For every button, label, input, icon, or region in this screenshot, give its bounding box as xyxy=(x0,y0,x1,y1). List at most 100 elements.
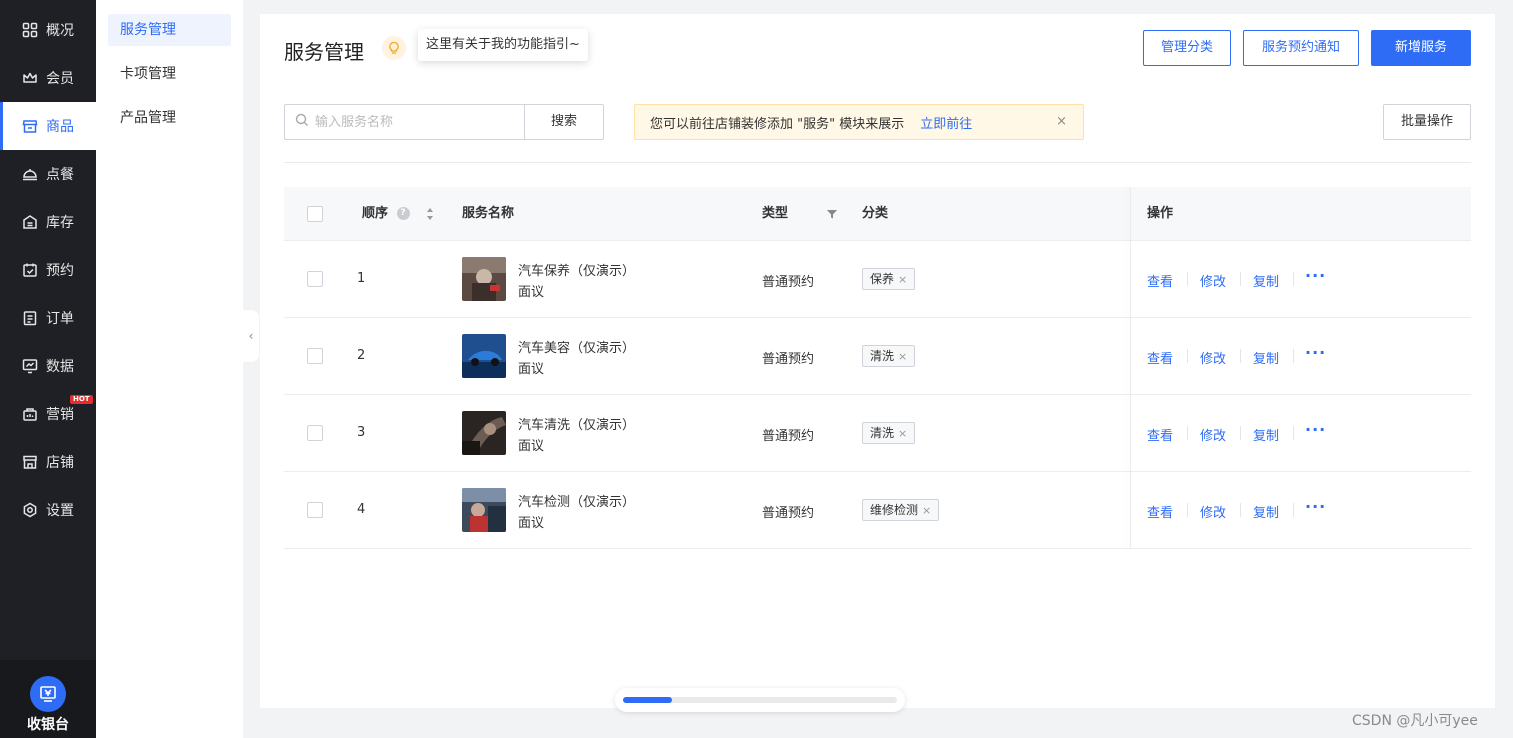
service-name[interactable]: 汽车保养（仅演示） xyxy=(518,260,635,279)
booking-notice-button[interactable]: 服务预约通知 xyxy=(1243,30,1359,66)
nav-item-data[interactable]: 数据 xyxy=(0,342,96,390)
horizontal-scrollbar[interactable] xyxy=(615,688,905,712)
nav-label: 会员 xyxy=(46,71,74,87)
submenu-item-cards[interactable]: 卡项管理 xyxy=(108,58,231,90)
batch-operation-button[interactable]: 批量操作 xyxy=(1383,104,1471,140)
more-icon[interactable]: ··· xyxy=(1305,497,1326,516)
divider xyxy=(1187,503,1188,517)
more-icon[interactable]: ··· xyxy=(1305,420,1326,439)
submenu-item-products[interactable]: 产品管理 xyxy=(108,102,231,134)
divider xyxy=(1187,349,1188,363)
view-link[interactable]: 查看 xyxy=(1147,271,1173,290)
search-input[interactable] xyxy=(315,114,515,130)
copy-link[interactable]: 复制 xyxy=(1253,271,1279,290)
divider xyxy=(1293,272,1294,286)
header-order[interactable]: 顺序 ? xyxy=(362,187,434,241)
feature-guide-tooltip[interactable]: 这里有关于我的功能指引~ xyxy=(418,29,588,61)
nav-label: 店铺 xyxy=(46,455,74,471)
filter-icon[interactable] xyxy=(826,208,838,220)
row-order: 3 xyxy=(357,425,366,440)
view-link[interactable]: 查看 xyxy=(1147,348,1173,367)
search-icon xyxy=(295,113,309,131)
select-all-checkbox[interactable] xyxy=(307,206,323,222)
header-actions: 操作 xyxy=(1147,206,1174,221)
service-thumbnail[interactable] xyxy=(462,411,506,455)
service-type: 普通预约 xyxy=(762,506,815,521)
help-icon[interactable]: ? xyxy=(396,207,410,220)
row-checkbox[interactable] xyxy=(307,348,323,364)
service-name[interactable]: 汽车检测（仅演示） xyxy=(518,491,635,510)
close-icon[interactable]: × xyxy=(1056,114,1067,129)
close-icon[interactable]: × xyxy=(898,350,907,363)
edit-link[interactable]: 修改 xyxy=(1200,348,1226,367)
close-icon[interactable]: × xyxy=(898,427,907,440)
row-checkbox[interactable] xyxy=(307,271,323,287)
copy-link[interactable]: 复制 xyxy=(1253,425,1279,444)
nav-item-inventory[interactable]: 库存 xyxy=(0,198,96,246)
divider xyxy=(1240,349,1241,363)
scrollbar-thumb[interactable] xyxy=(623,697,672,703)
page-title: 服务管理 xyxy=(284,40,364,64)
service-name[interactable]: 汽车清洗（仅演示） xyxy=(518,414,635,433)
nav-item-overview[interactable]: 概况 xyxy=(0,6,96,54)
dish-icon xyxy=(22,166,38,182)
category-tag-label: 保养 xyxy=(870,272,895,286)
copy-link[interactable]: 复制 xyxy=(1253,502,1279,521)
notice-text: 您可以前往店铺装修添加 "服务" 模块来展示 xyxy=(650,116,905,132)
service-name[interactable]: 汽车美容（仅演示） xyxy=(518,337,635,356)
nav-item-ordering[interactable]: 点餐 xyxy=(0,150,96,198)
service-thumbnail[interactable] xyxy=(462,257,506,301)
search-field[interactable] xyxy=(284,104,525,140)
header-name: 服务名称 xyxy=(462,206,515,221)
submenu-item-service[interactable]: 服务管理 xyxy=(108,14,231,46)
nav-item-settings[interactable]: 设置 xyxy=(0,486,96,534)
notice-go-link[interactable]: 立即前往 xyxy=(920,113,972,132)
header-category: 分类 xyxy=(862,206,889,221)
copy-link[interactable]: 复制 xyxy=(1253,348,1279,367)
nav-item-marketing[interactable]: 营销 HOT xyxy=(0,390,96,438)
divider xyxy=(1240,272,1241,286)
nav-label: 数据 xyxy=(46,359,74,375)
more-icon[interactable]: ··· xyxy=(1305,343,1326,362)
lightbulb-icon[interactable] xyxy=(382,36,406,60)
edit-link[interactable]: 修改 xyxy=(1200,271,1226,290)
add-service-button[interactable]: 新增服务 xyxy=(1371,30,1471,66)
row-checkbox[interactable] xyxy=(307,502,323,518)
row-checkbox[interactable] xyxy=(307,425,323,441)
fixed-column-shadow xyxy=(1130,187,1131,549)
cashier-label: 收银台 xyxy=(27,717,69,733)
divider xyxy=(1240,503,1241,517)
divider xyxy=(1187,272,1188,286)
nav-item-orders[interactable]: 订单 xyxy=(0,294,96,342)
header-order-label: 顺序 xyxy=(362,206,389,221)
cashier-icon xyxy=(30,676,66,712)
marketing-icon xyxy=(22,406,38,422)
chart-icon xyxy=(22,358,38,374)
view-link[interactable]: 查看 xyxy=(1147,502,1173,521)
shop-icon xyxy=(22,454,38,470)
nav-item-booking[interactable]: 预约 xyxy=(0,246,96,294)
collapse-menu-handle[interactable]: ‹ xyxy=(243,310,259,362)
nav-item-members[interactable]: 会员 xyxy=(0,54,96,102)
view-link[interactable]: 查看 xyxy=(1147,425,1173,444)
search-button[interactable]: 搜索 xyxy=(524,104,604,140)
close-icon[interactable]: × xyxy=(922,504,931,517)
manage-category-button[interactable]: 管理分类 xyxy=(1143,30,1231,66)
sort-icon[interactable] xyxy=(426,207,434,221)
row-order: 4 xyxy=(357,502,366,517)
service-thumbnail[interactable] xyxy=(462,334,506,378)
table-row: 2 汽车美容（仅演示） 面议 普通预约 清洗 × 查看 修改 复制 ··· xyxy=(284,318,1471,395)
close-icon[interactable]: × xyxy=(898,273,907,286)
header-type: 类型 xyxy=(762,206,789,221)
category-tag-label: 清洗 xyxy=(870,426,895,440)
service-thumbnail[interactable] xyxy=(462,488,506,532)
cashier-button[interactable]: 收银台 xyxy=(0,660,96,738)
edit-link[interactable]: 修改 xyxy=(1200,425,1226,444)
more-icon[interactable]: ··· xyxy=(1305,266,1326,285)
nav-label: 商品 xyxy=(46,119,74,135)
edit-link[interactable]: 修改 xyxy=(1200,502,1226,521)
nav-item-shop[interactable]: 店铺 xyxy=(0,438,96,486)
service-type: 普通预约 xyxy=(762,352,815,367)
main-sidebar: 概况 会员 商品 点餐 库存 预约 订单 数据 营销 HOT 店铺 设置 收银台 xyxy=(0,0,96,738)
nav-item-goods[interactable]: 商品 xyxy=(0,102,96,150)
